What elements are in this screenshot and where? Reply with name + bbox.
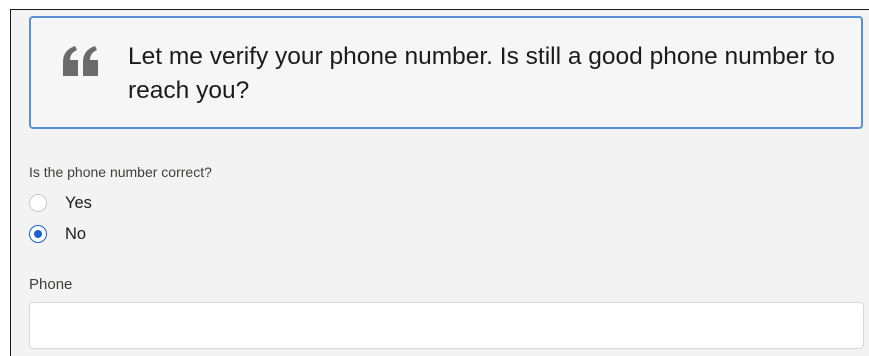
radio-label-yes: Yes	[65, 193, 92, 212]
radio-option-yes[interactable]: Yes	[29, 190, 92, 216]
radio-yes[interactable]	[29, 194, 47, 212]
phone-label: Phone	[29, 276, 73, 293]
quote-icon	[63, 46, 98, 76]
radio-option-no[interactable]: No	[29, 221, 86, 247]
script-text: Let me verify your phone number. Is stil…	[128, 43, 835, 104]
phone-input[interactable]	[29, 302, 864, 349]
script-callout: Let me verify your phone number. Is stil…	[29, 16, 863, 129]
screen-frame: Let me verify your phone number. Is stil…	[10, 9, 869, 356]
radio-label-no: No	[65, 224, 87, 243]
question-label: Is the phone number correct?	[29, 164, 212, 180]
radio-no[interactable]	[29, 225, 47, 243]
